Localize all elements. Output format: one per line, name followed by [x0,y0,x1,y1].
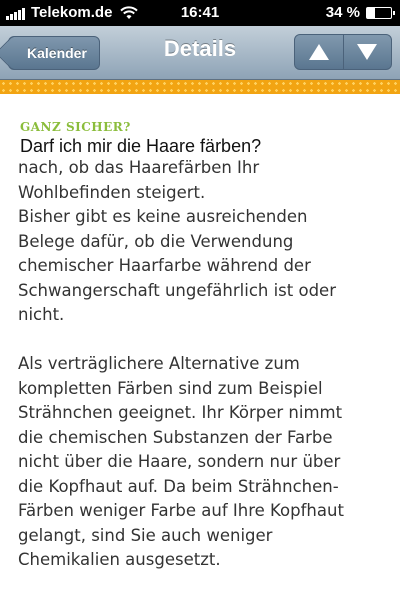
text-line: Belege dafür, ob die Verwendung [18,231,294,251]
status-right: 34 % [325,4,395,21]
arrow-up-icon [308,44,329,60]
battery-percentage: 34 % [325,4,360,21]
article-paragraph: Als verträglichere Alternative zum kompl… [18,352,394,573]
text-line: Bisher gibt es keine ausreichenden [18,207,308,226]
prev-next-segmented-control [294,34,392,70]
arrow-down-icon [357,44,378,60]
article-content[interactable]: GANZ SICHER? Darf ich mir die Haare färb… [0,94,400,600]
battery-icon [366,6,395,19]
text-line: Strähnchen geeignet. Ihr Körper nimmt [18,403,343,422]
text-line: nicht über die Haare, sondern nur über [18,452,341,471]
text-line: Wohlbefinden steigert. [18,182,206,202]
text-line: nach, ob das Haarefärben Ihr [18,158,260,177]
text-line: Färben weniger Farbe auf Ihre Kopfhaut [18,501,344,520]
navigation-bar: Kalender Details [0,26,400,80]
decorative-banner [0,80,400,94]
article-question: Darf ich mir die Haare färben? [20,136,262,156]
text-line: gelangt, sind Sie auch weniger [18,525,273,545]
text-line: Chemikalien ausgesetzt. [18,550,221,569]
text-line: Schwangerschaft ungefährlich ist oder [18,280,336,300]
previous-button[interactable] [295,35,343,69]
text-line: nicht. [18,305,65,324]
text-line: die Kopfhaut auf. Da beim Strähnchen- [18,476,339,496]
next-button[interactable] [342,35,392,69]
text-line: chemischer Haarfarbe während der [18,256,311,275]
text-line: Als verträglichere Alternative zum [18,354,300,373]
article-body: nach, ob das Haarefärben Ihr Wohlbefinde… [18,158,394,600]
text-line: die chemischen Substanzen der Farbe [18,427,333,447]
battery-fill [367,7,376,18]
status-bar: Telekom.de 16:41 34 % [0,0,400,26]
article-paragraph-partial: nach, ob das Haarefärben Ihr Wohlbefinde… [18,156,394,328]
text-line: kompletten Färben sind zum Beispiel [18,378,323,398]
article-kicker: GANZ SICHER? [20,120,131,134]
